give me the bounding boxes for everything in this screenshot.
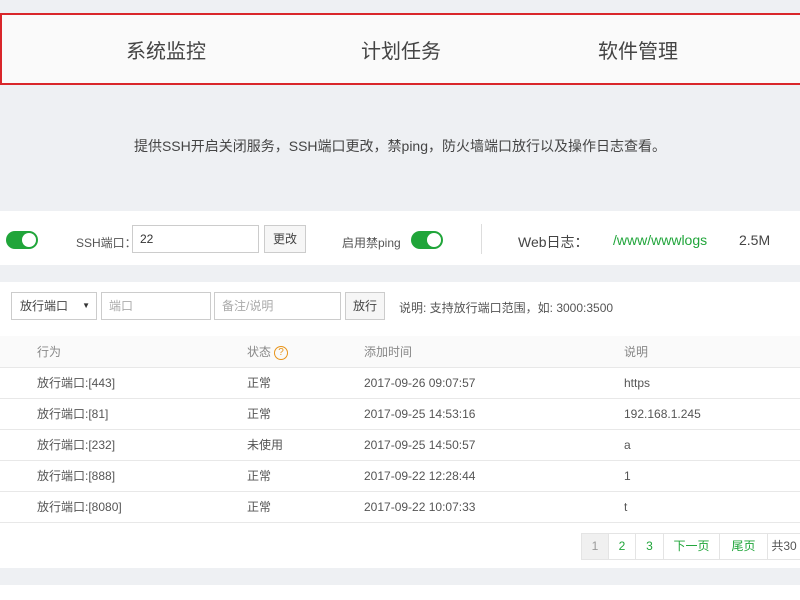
header-status-label: 状态 (247, 344, 272, 359)
row-action: 放行端口:[232] (0, 429, 247, 461)
note-input[interactable] (214, 292, 341, 320)
row-time: 2017-09-26 09:07:57 (364, 367, 624, 399)
row-note: t (624, 491, 800, 523)
divider (481, 224, 482, 254)
table-row: 放行端口:[888] 正常 2017-09-22 12:28:44 1 (0, 460, 800, 492)
page-2-button[interactable]: 2 (608, 533, 636, 560)
firewall-hint: 说明: 支持放行端口范围，如: 3000:3500 (399, 301, 614, 315)
rule-type-select[interactable]: 放行端口 ▼ (11, 292, 97, 320)
row-time: 2017-09-25 14:50:57 (364, 429, 624, 461)
row-note: a (624, 429, 800, 461)
row-note: https (624, 367, 800, 399)
web-log-label: Web日志： (518, 234, 589, 250)
table-row: 放行端口:[81] 正常 2017-09-25 14:53:16 192.168… (0, 398, 800, 430)
ssh-toggle[interactable] (6, 231, 38, 249)
ssh-port-input[interactable] (132, 225, 259, 253)
disable-ping-label: 启用禁ping (342, 236, 401, 250)
table-row: 放行端口:[8080] 正常 2017-09-22 10:07:33 t (0, 491, 800, 523)
next-page-button[interactable]: 下一页 (663, 533, 720, 560)
bottom-panel (0, 585, 800, 600)
nav-item-software-manager[interactable]: 软件管理 (598, 35, 678, 64)
row-status: 正常 (247, 398, 364, 430)
nav-item-system-monitor[interactable]: 系统监控 (126, 35, 206, 64)
row-time: 2017-09-22 12:28:44 (364, 460, 624, 492)
page-3-button[interactable]: 3 (635, 533, 664, 560)
table-row: 放行端口:[443] 正常 2017-09-26 09:07:57 https (0, 367, 800, 399)
change-port-button[interactable]: 更改 (264, 225, 306, 253)
port-input[interactable] (101, 292, 211, 320)
row-status: 未使用 (247, 429, 364, 461)
page-1-button[interactable]: 1 (581, 533, 609, 560)
row-note: 192.168.1.245 (624, 398, 800, 430)
page-description: 提供SSH开启关闭服务，SSH端口更改，禁ping，防火墙端口放行以及操作日志查… (133, 138, 667, 154)
row-status: 正常 (247, 367, 364, 399)
row-time: 2017-09-25 14:53:16 (364, 398, 624, 430)
row-action: 放行端口:[8080] (0, 491, 247, 523)
help-icon[interactable]: ? (274, 345, 289, 360)
nav-item-scheduled-tasks[interactable]: 计划任务 (361, 35, 441, 64)
web-log-path-link[interactable]: /www/wwwlogs (613, 232, 707, 248)
row-note: 1 (624, 460, 800, 492)
web-log-size: 2.5M (739, 232, 771, 248)
header-added-time: 添加时间 (364, 336, 624, 368)
row-action: 放行端口:[888] (0, 460, 247, 492)
total-count: 共30 (767, 533, 800, 560)
row-status: 正常 (247, 491, 364, 523)
rule-type-select-value: 放行端口 (20, 299, 69, 313)
row-action: 放行端口:[81] (0, 398, 247, 430)
disable-ping-toggle[interactable] (411, 231, 443, 249)
header-note: 说明 (624, 336, 800, 368)
allow-port-button[interactable]: 放行 (345, 292, 385, 320)
firewall-rules-table: 行为 状态? 添加时间 说明 放行端口:[443] 正常 2017-09-26 … (0, 336, 800, 523)
last-page-button[interactable]: 尾页 (719, 533, 768, 560)
row-time: 2017-09-22 10:07:33 (364, 491, 624, 523)
caret-down-icon: ▼ (82, 301, 90, 310)
header-status: 状态? (247, 336, 364, 368)
top-nav: 系统监控 计划任务 软件管理 (0, 13, 800, 85)
header-action: 行为 (0, 336, 247, 368)
row-status: 正常 (247, 460, 364, 492)
row-action: 放行端口:[443] (0, 367, 247, 399)
table-row: 放行端口:[232] 未使用 2017-09-25 14:50:57 a (0, 429, 800, 461)
table-header-row: 行为 状态? 添加时间 说明 (0, 336, 800, 368)
ssh-port-label: SSH端口： (76, 236, 137, 250)
